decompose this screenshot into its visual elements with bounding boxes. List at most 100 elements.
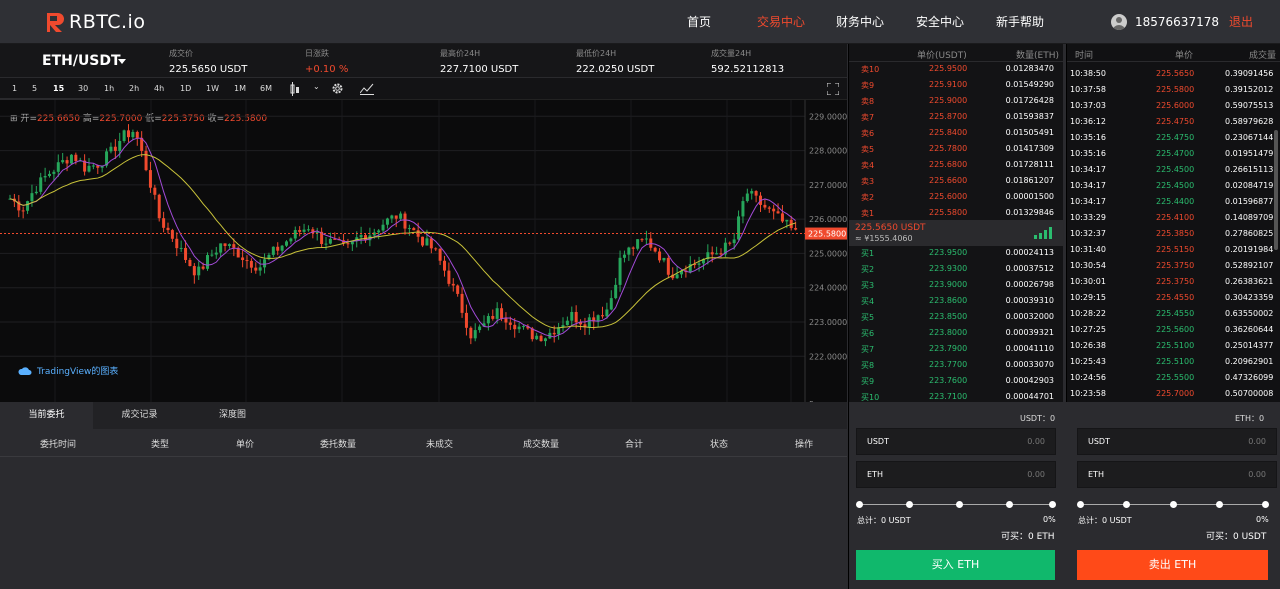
gear-icon[interactable] [331,82,344,95]
candle-body [258,267,262,271]
tab-current-orders[interactable]: 当前委托 [0,402,93,429]
interval-1h[interactable]: 1h [104,84,114,93]
interval-1m[interactable]: 1M [234,84,246,93]
candle-body [653,247,657,252]
candle-body [91,165,95,167]
chevron-down-icon[interactable]: ⌄ [313,82,320,91]
nav-trading-center[interactable]: 交易中心 [757,0,805,44]
candle-body [263,259,267,268]
ask-row[interactable]: 卖7 225.8700 0.01593837 [849,109,1064,125]
stat-label: 日涨跌 [305,49,329,58]
ask-row[interactable]: 卖1 225.5800 0.01329846 [849,205,1064,221]
slider-stop[interactable] [1170,501,1177,508]
buy-percent-slider[interactable] [856,500,1056,510]
tradingview-watermark[interactable]: TradingView的图表 [18,364,118,377]
ask-row[interactable]: 卖10 225.9500 0.01283470 [849,61,1064,77]
slider-stop[interactable] [956,501,963,508]
bid-row[interactable]: 买2 223.9300 0.00037512 [849,261,1064,277]
ask-row[interactable]: 卖3 225.6600 0.01861207 [849,173,1064,189]
bid-row[interactable]: 买4 223.8600 0.00039310 [849,293,1064,309]
bid-row[interactable]: 买5 223.8500 0.00032000 [849,309,1064,325]
candle-body [359,235,363,238]
trade-row: 10:35:16 225.4700 0.01951479 [1067,146,1280,162]
bid-row[interactable]: 买1 223.9500 0.00024113 [849,245,1064,261]
level-qty: 0.00033070 [1005,360,1054,369]
trade-time: 10:30:54 [1070,261,1106,270]
candle-body [464,312,468,328]
sell-button[interactable]: 卖出 ETH [1077,550,1268,580]
slider-stop[interactable] [1262,501,1269,508]
trade-row: 10:34:17 225.4400 0.01596877 [1067,194,1280,210]
bid-row[interactable]: 买9 223.7600 0.00042903 [849,373,1064,389]
interval-6m[interactable]: 6M [260,84,272,93]
bid-row[interactable]: 买6 223.8000 0.00039321 [849,325,1064,341]
candle-body [675,274,679,279]
indicators-icon[interactable] [360,83,374,95]
slider-stop[interactable] [1077,501,1084,508]
buy-price-field[interactable]: USDT 0.00 [856,428,1056,455]
slider-stop[interactable] [1049,501,1056,508]
bid-row[interactable]: 买8 223.7700 0.00033070 [849,357,1064,373]
pair-selector[interactable]: ETH/USDT [42,53,121,69]
trade-row: 10:37:03 225.6000 0.59075513 [1067,98,1280,114]
level-label: 卖2 [861,193,875,202]
interval-4h[interactable]: 4h [154,84,164,93]
candle-body [640,239,644,241]
candle-body [306,229,310,231]
interval-30[interactable]: 30 [78,84,88,93]
interval-5[interactable]: 5 [32,84,37,93]
fullscreen-icon[interactable] [827,83,839,95]
logout-link[interactable]: 退出 [1229,13,1253,30]
trade-price: 225.4400 [1156,197,1195,206]
interval-1[interactable]: 1 [12,84,17,93]
price-chart[interactable]: 229.0000 228.0000 227.0000 226.0000 225.0000… [0,100,847,402]
tab-trade-history[interactable]: 成交记录 [93,402,186,429]
ask-row[interactable]: 卖2 225.6000 0.00001500 [849,189,1064,205]
ask-row[interactable]: 卖6 225.8400 0.01505491 [849,125,1064,141]
candle-body [636,239,640,249]
trade-time: 10:28:22 [1070,309,1106,318]
trade-time: 10:31:40 [1070,245,1106,254]
sell-percent-slider[interactable] [1077,500,1269,510]
candle-body [324,243,328,245]
logo[interactable]: RBTC.io [45,9,145,35]
sell-amount-field[interactable]: ETH 0.00 [1077,461,1277,488]
slider-stop[interactable] [856,501,863,508]
level-label: 卖6 [861,129,875,138]
nav-security-center[interactable]: 安全中心 [916,0,964,44]
bid-row[interactable]: 买7 223.7900 0.00041110 [849,341,1064,357]
interval-1w[interactable]: 1W [206,84,219,93]
slider-stop[interactable] [1123,501,1130,508]
interval-15[interactable]: 15 [53,84,64,93]
slider-stop[interactable] [1216,501,1223,508]
nav-finance-center[interactable]: 财务中心 [836,0,884,44]
ask-row[interactable]: 卖5 225.7800 0.01417309 [849,141,1064,157]
ask-row[interactable]: 卖4 225.6800 0.01728111 [849,157,1064,173]
nav-home[interactable]: 首页 [687,0,711,44]
level-qty: 0.00026798 [1005,280,1054,289]
sell-price-field[interactable]: USDT 0.00 [1077,428,1277,455]
bid-row[interactable]: 买3 223.9000 0.00026798 [849,277,1064,293]
trade-row: 10:30:01 225.3750 0.26383621 [1067,274,1280,290]
trade-time: 10:35:16 [1070,133,1106,142]
slider-stop[interactable] [1006,501,1013,508]
interval-1d[interactable]: 1D [180,84,191,93]
level-price: 223.7600 [929,376,968,385]
ask-row[interactable]: 卖9 225.9100 0.01549290 [849,77,1064,93]
candle-body [614,284,618,299]
interval-2h[interactable]: 2h [129,84,139,93]
ask-row[interactable]: 卖8 225.9000 0.01726428 [849,93,1064,109]
user-menu[interactable]: 18576637178 退出 [1111,13,1253,30]
buy-button[interactable]: 买入 ETH [856,550,1055,580]
scrollbar[interactable] [1274,130,1278,250]
nav-help[interactable]: 新手帮助 [996,0,1044,44]
level-price: 225.8700 [929,112,968,121]
candle-type-icon[interactable] [289,82,301,96]
level-label: 卖5 [861,145,875,154]
chevron-down-icon[interactable] [118,59,126,64]
slider-stop[interactable] [906,501,913,508]
level-label: 卖4 [861,161,875,170]
y-tick-label: 225.0000 [809,249,847,258]
tab-depth-chart[interactable]: 深度图 [186,402,279,429]
buy-amount-field[interactable]: ETH 0.00 [856,461,1056,488]
